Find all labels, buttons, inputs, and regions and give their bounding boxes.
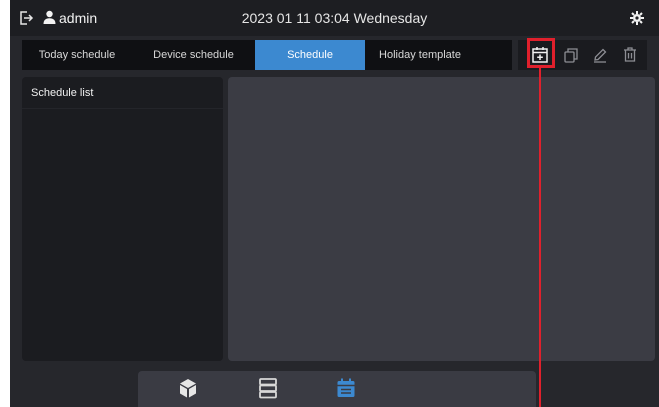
delete-icon: [620, 45, 640, 65]
edit-button[interactable]: [590, 45, 610, 65]
tab-bar: Today schedule Device schedule Schedule …: [22, 40, 512, 70]
callout-line: [539, 68, 541, 407]
device-cube-icon[interactable]: [176, 376, 200, 400]
datetime-display: 2023 01 11 03:04 Wednesday: [241, 10, 428, 26]
edit-icon: [590, 45, 610, 65]
delete-button[interactable]: [620, 45, 640, 65]
tab-device-schedule[interactable]: Device schedule: [132, 40, 255, 70]
gear-icon[interactable]: [629, 10, 645, 26]
tab-schedule[interactable]: Schedule: [255, 40, 365, 70]
calendar-icon[interactable]: [334, 376, 358, 400]
top-bar: admin 2023 01 11 03:04 Wednesday: [10, 0, 659, 36]
server-list-icon[interactable]: [256, 376, 280, 400]
add-button-highlight: [527, 38, 555, 68]
bottom-nav: [138, 371, 536, 407]
schedule-list-panel: Schedule list: [22, 77, 223, 361]
app-frame: admin 2023 01 11 03:04 Wednesday Today s…: [10, 0, 659, 407]
copy-icon: [561, 45, 581, 65]
tab-holiday-template[interactable]: Holiday template: [365, 40, 475, 70]
copy-button[interactable]: [561, 45, 581, 65]
schedule-list-title: Schedule list: [22, 77, 223, 109]
tab-today-schedule[interactable]: Today schedule: [22, 40, 132, 70]
schedule-detail-panel: [228, 77, 655, 361]
